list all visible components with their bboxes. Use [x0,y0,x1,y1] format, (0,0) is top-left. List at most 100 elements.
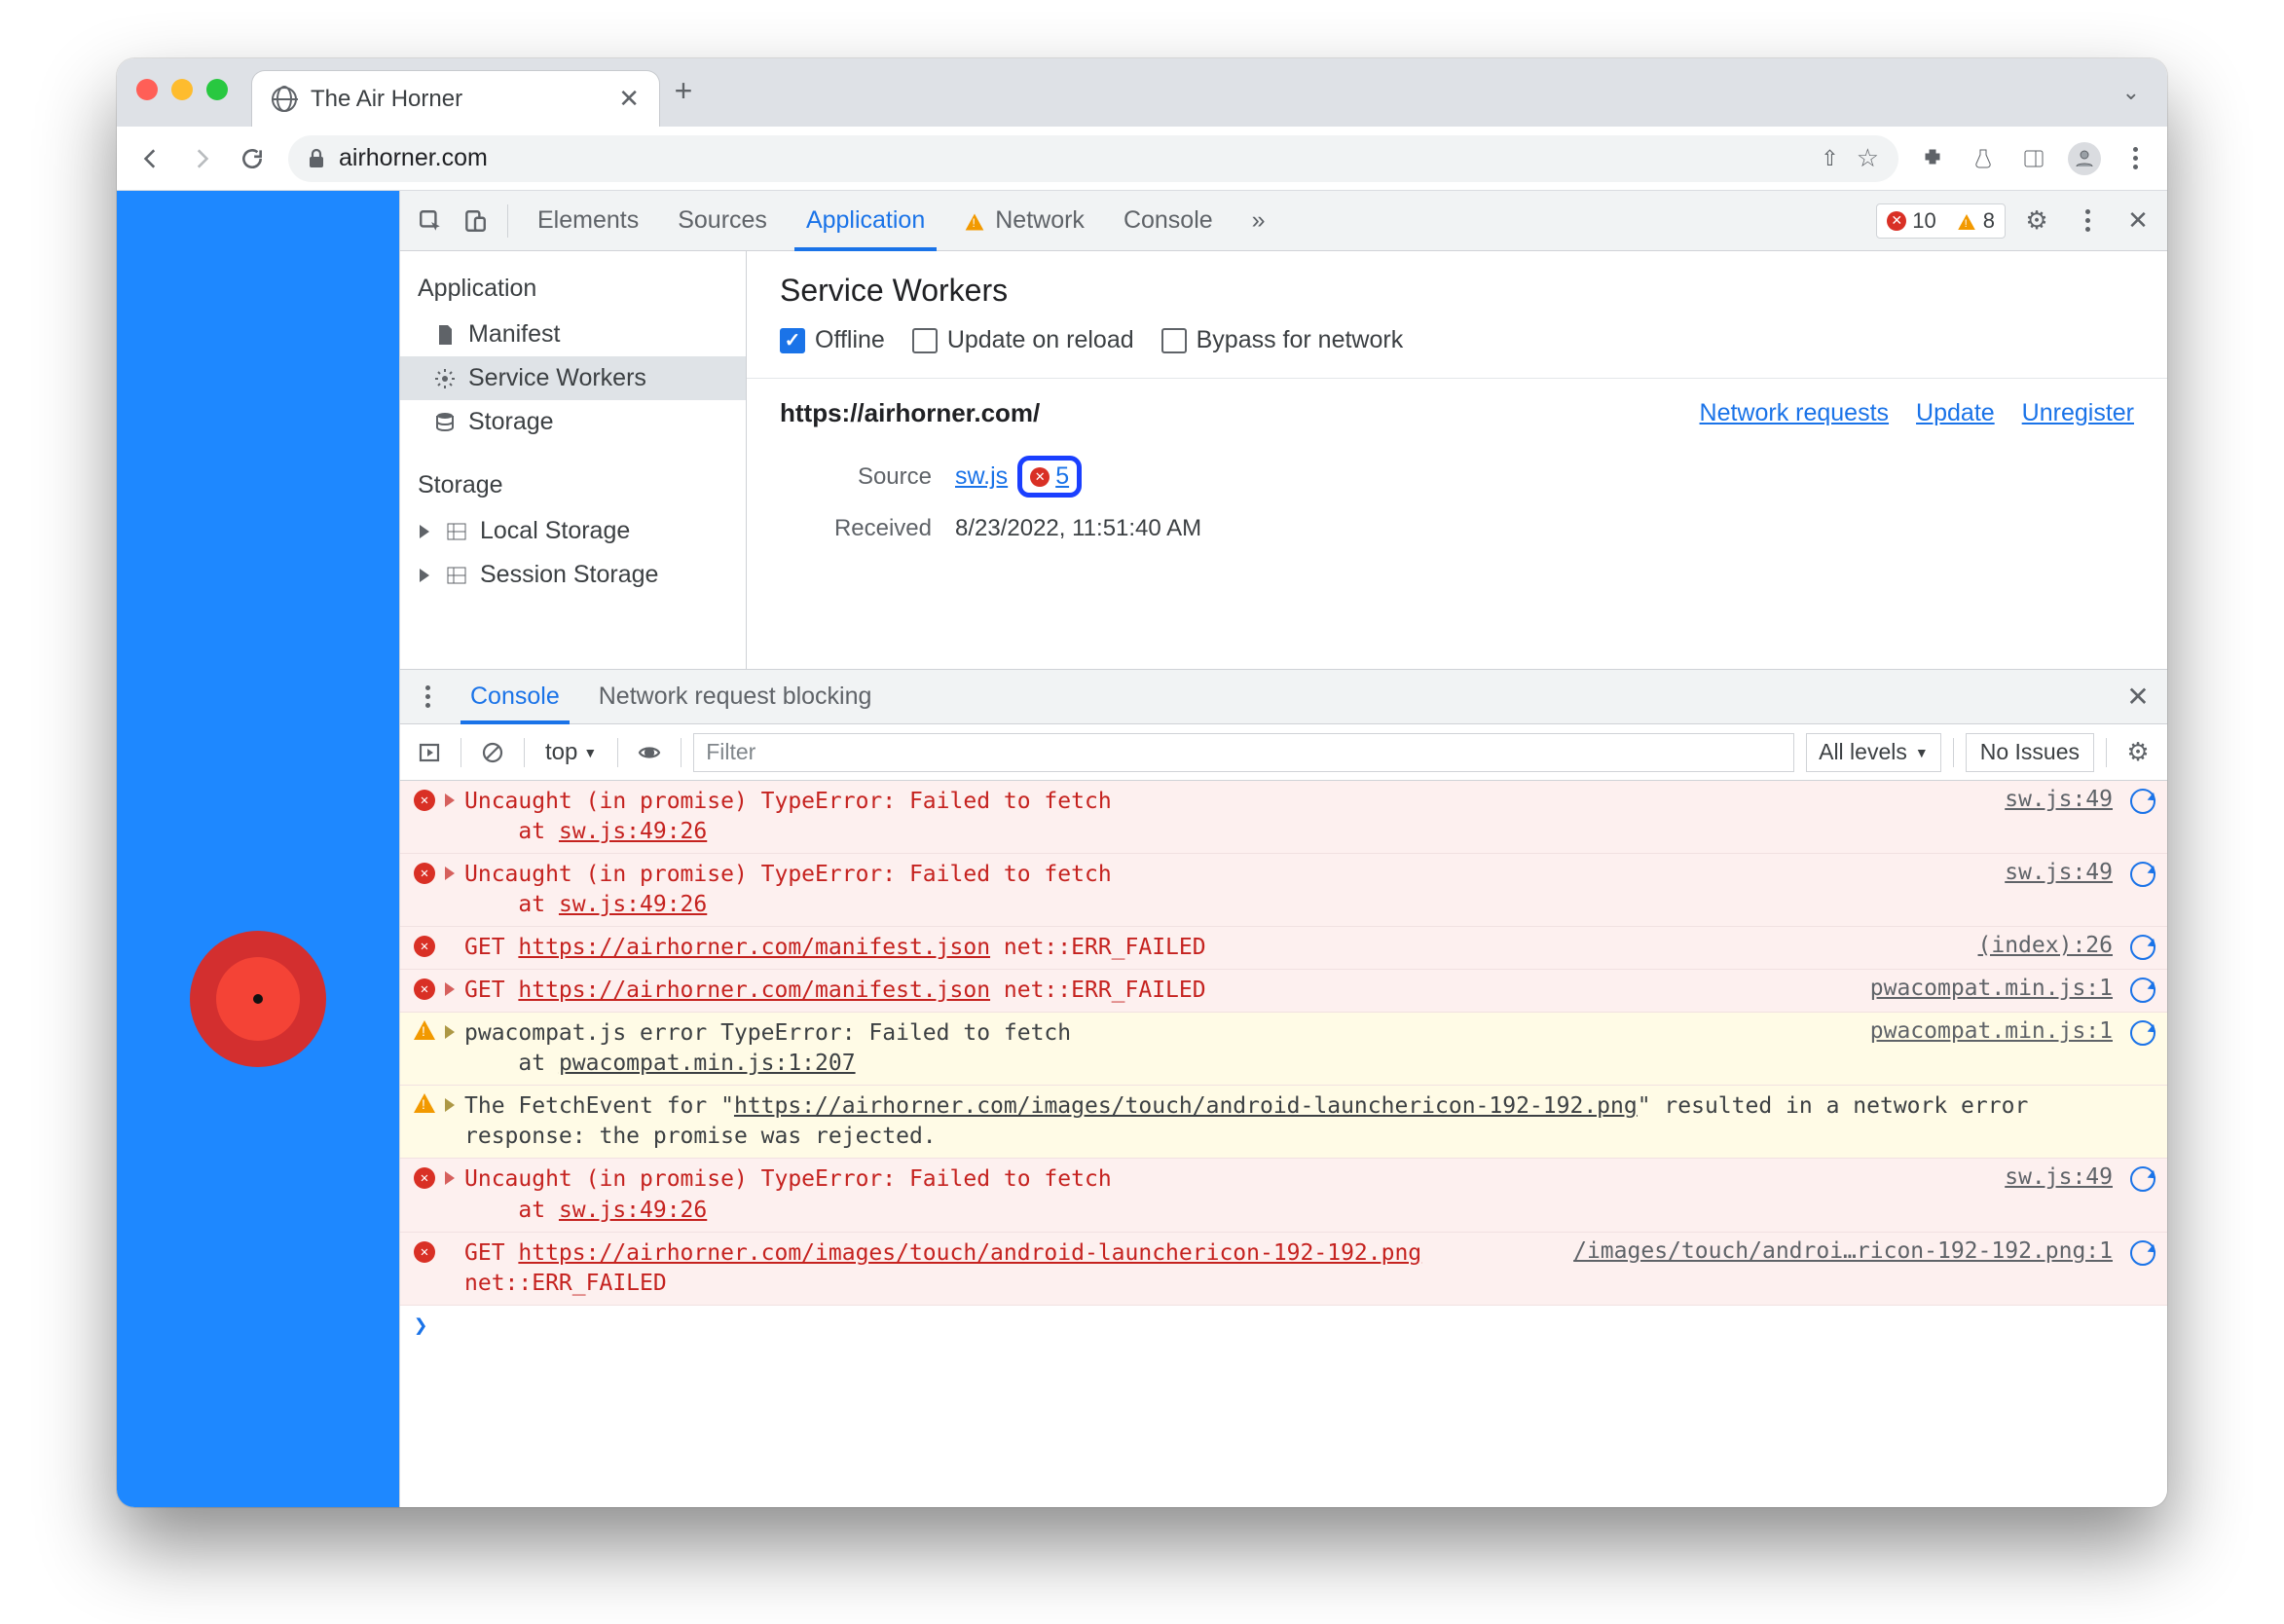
replay-xhr-icon[interactable] [2130,978,2155,1003]
console-prompt[interactable]: ❯ [400,1306,2167,1345]
sidebar-item-session-storage[interactable]: Session Storage [400,553,746,597]
console-message[interactable]: ✕GET https://airhorner.com/images/touch/… [400,1233,2167,1306]
drawer-menu-icon[interactable] [408,678,447,717]
omnibox[interactable]: airhorner.com ⇧ ☆ [288,135,1898,182]
source-link[interactable]: https://airhorner.com/images/touch/andro… [734,1093,1638,1119]
sidebar-item-storage[interactable]: Storage [400,400,746,444]
source-link[interactable]: https://airhorner.com/manifest.json [518,935,990,960]
drawer-tab-console[interactable]: Console [455,670,575,723]
bookmark-icon[interactable]: ☆ [1857,143,1879,173]
source-link[interactable]: https://airhorner.com/images/touch/andro… [518,1240,1421,1266]
message-source-link[interactable]: pwacompat.min.js:1 [1870,1018,2113,1044]
extensions-icon[interactable] [1912,138,1953,179]
issues-button[interactable]: No Issues [1966,733,2094,772]
forward-button[interactable] [179,136,224,181]
replay-xhr-icon[interactable] [2130,1166,2155,1192]
console-message[interactable]: ✕Uncaught (in promise) TypeError: Failed… [400,1159,2167,1232]
sidebar-item-local-storage[interactable]: Local Storage [400,509,746,553]
close-devtools-icon[interactable]: ✕ [2118,202,2157,240]
database-icon [433,411,457,434]
inspect-icon[interactable] [410,201,451,241]
message-source-link[interactable]: sw.js:49 [2005,787,2113,812]
close-window-button[interactable] [136,79,158,100]
tabs-overflow[interactable]: » [1234,191,1283,250]
console-message[interactable]: ✕GET https://airhorner.com/manifest.json… [400,970,2167,1013]
error-icon: ✕ [414,863,435,884]
expand-icon[interactable] [445,794,455,807]
show-sidebar-icon[interactable] [410,733,449,772]
console-message[interactable]: ✕GET https://airhorner.com/manifest.json… [400,927,2167,970]
tab-sources[interactable]: Sources [660,191,785,250]
issue-counters[interactable]: ✕10 8 [1876,203,2006,239]
source-link[interactable]: sw.js:49:26 [559,1198,707,1223]
console-filter-input[interactable]: Filter [693,733,1794,772]
application-sidebar: Application Manifest Service Workers Sto… [400,251,747,669]
more-icon[interactable] [2068,202,2107,240]
bypass-for-network-checkbox[interactable]: Bypass for network [1161,326,1404,354]
network-requests-link[interactable]: Network requests [1700,399,1890,427]
message-source-link[interactable]: sw.js:49 [2005,860,2113,885]
share-icon[interactable]: ⇧ [1821,146,1838,171]
tab-application[interactable]: Application [789,191,942,250]
console-settings-icon[interactable]: ⚙ [2118,733,2157,772]
browser-tab[interactable]: The Air Horner ✕ [251,70,660,127]
device-toggle-icon[interactable] [455,201,496,241]
update-link[interactable]: Update [1916,399,1995,427]
source-file-link[interactable]: sw.js [955,462,1008,491]
new-tab-button[interactable]: + [660,73,707,109]
profile-avatar[interactable] [2064,138,2105,179]
unregister-link[interactable]: Unregister [2022,399,2134,427]
zoom-window-button[interactable] [206,79,228,100]
tab-console[interactable]: Console [1106,191,1231,250]
sidebar-item-service-workers[interactable]: Service Workers [400,356,746,400]
expand-icon[interactable] [445,982,455,996]
expand-icon[interactable] [445,1098,455,1112]
minimize-window-button[interactable] [171,79,193,100]
devtools-tabbar: Elements Sources Application Network Con… [400,191,2167,251]
labs-icon[interactable] [1963,138,2004,179]
received-label: Received [780,515,955,542]
sw-error-count-link[interactable]: 5 [1055,462,1069,491]
console-messages[interactable]: ✕Uncaught (in promise) TypeError: Failed… [400,781,2167,1507]
settings-icon[interactable]: ⚙ [2017,202,2056,240]
clear-console-icon[interactable] [473,733,512,772]
update-on-reload-checkbox[interactable]: Update on reload [912,326,1134,354]
expand-icon[interactable] [445,1025,455,1039]
tabs-overflow-icon[interactable]: ⌄ [2122,80,2167,105]
message-source-link[interactable]: /images/touch/androi…ricon-192-192.png:1 [1573,1238,2113,1264]
live-expression-icon[interactable] [630,733,669,772]
source-link[interactable]: pwacompat.min.js:1:207 [559,1051,856,1076]
close-tab-icon[interactable]: ✕ [618,84,640,114]
source-link[interactable]: https://airhorner.com/manifest.json [518,978,990,1003]
tab-network[interactable]: Network [946,191,1102,250]
console-message[interactable]: ✕Uncaught (in promise) TypeError: Failed… [400,854,2167,927]
replay-xhr-icon[interactable] [2130,935,2155,960]
message-source-link[interactable]: sw.js:49 [2005,1164,2113,1190]
sidepanel-icon[interactable] [2013,138,2054,179]
airhorn-button[interactable] [190,931,326,1067]
reload-button[interactable] [230,136,275,181]
back-button[interactable] [129,136,173,181]
tab-elements[interactable]: Elements [520,191,656,250]
close-drawer-icon[interactable]: ✕ [2117,676,2159,719]
replay-xhr-icon[interactable] [2130,1240,2155,1266]
replay-xhr-icon[interactable] [2130,1020,2155,1046]
console-message[interactable]: ✕Uncaught (in promise) TypeError: Failed… [400,781,2167,854]
replay-xhr-icon[interactable] [2130,862,2155,887]
offline-checkbox[interactable]: Offline [780,326,885,354]
console-message[interactable]: The FetchEvent for "https://airhorner.co… [400,1086,2167,1159]
replay-xhr-icon[interactable] [2130,789,2155,814]
log-levels-selector[interactable]: All levels▼ [1806,733,1941,772]
menu-kebab-icon[interactable] [2115,138,2155,179]
console-message[interactable]: pwacompat.js error TypeError: Failed to … [400,1013,2167,1086]
sidebar-item-manifest[interactable]: Manifest [400,313,746,356]
context-selector[interactable]: top▼ [536,734,606,771]
message-source-link[interactable]: pwacompat.min.js:1 [1870,976,2113,1001]
source-link[interactable]: sw.js:49:26 [559,892,707,917]
source-link[interactable]: sw.js:49:26 [559,819,707,844]
message-source-link[interactable]: (index):26 [1978,933,2113,958]
drawer-tab-blocking[interactable]: Network request blocking [583,670,888,723]
expand-icon[interactable] [445,867,455,880]
sw-error-count-highlight[interactable]: ✕ 5 [1017,456,1082,498]
expand-icon[interactable] [445,1171,455,1185]
